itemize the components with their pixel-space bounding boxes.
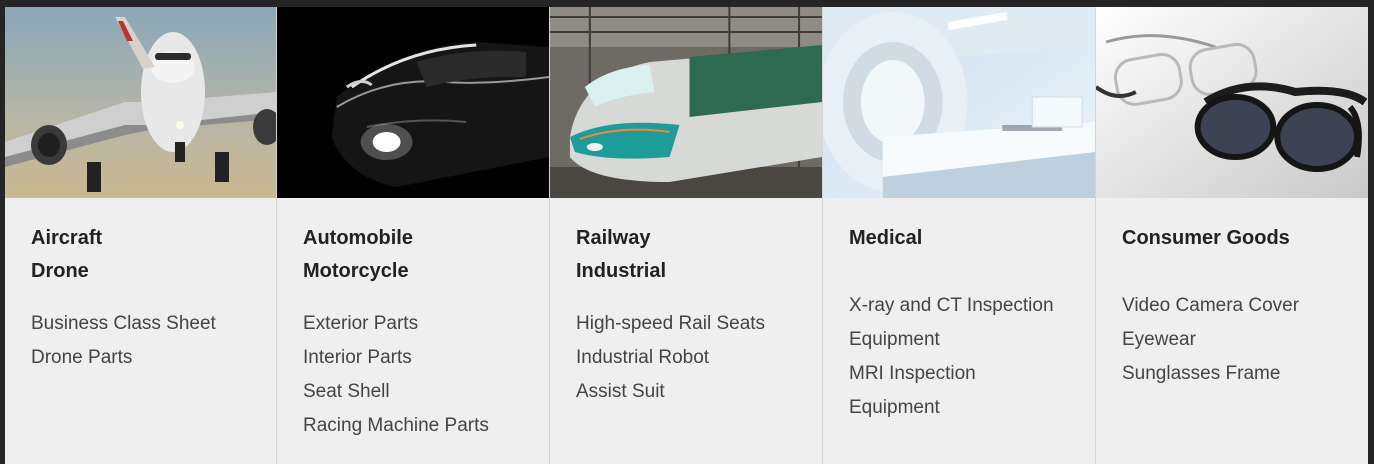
category-title: Aircraft: [31, 227, 103, 249]
category-link[interactable]: Racing Machine Parts: [303, 409, 549, 443]
category-link[interactable]: Assist Suit: [576, 375, 822, 409]
category-link[interactable]: Interior Parts: [303, 341, 549, 375]
category-card-railway: Railway Industrial High-speed Rail Seats…: [549, 7, 822, 464]
category-title: Industrial: [576, 260, 667, 282]
category-title: Motorcycle: [303, 260, 409, 282]
category-link[interactable]: High-speed Rail Seats: [576, 307, 822, 341]
bullet-train-photo[interactable]: [550, 7, 822, 198]
category-link[interactable]: Sunglasses Frame: [1122, 357, 1368, 391]
category-link[interactable]: X-ray and CT Inspection: [849, 289, 1095, 323]
ct-scanner-photo[interactable]: [823, 7, 1095, 198]
category-link[interactable]: MRI Inspection: [849, 357, 1095, 391]
eyewear-photo[interactable]: [1096, 7, 1368, 198]
category-link[interactable]: Exterior Parts: [303, 307, 549, 341]
category-link[interactable]: Equipment: [849, 391, 1095, 425]
category-card-automobile: Automobile Motorcycle Exterior Parts Int…: [276, 7, 549, 464]
category-title: Automobile: [303, 227, 413, 249]
airplane-photo[interactable]: [5, 7, 276, 198]
category-card-aircraft: Aircraft Drone Business Class Sheet Dron…: [5, 7, 276, 464]
category-link[interactable]: Video Camera Cover: [1122, 289, 1368, 323]
category-title: Drone: [31, 260, 89, 282]
category-link[interactable]: Business Class Sheet: [31, 307, 276, 341]
category-link[interactable]: Eyewear: [1122, 323, 1368, 357]
category-title: Consumer Goods: [1122, 227, 1290, 249]
category-link[interactable]: Seat Shell: [303, 375, 549, 409]
category-grid: Aircraft Drone Business Class Sheet Dron…: [5, 7, 1368, 464]
category-link[interactable]: Industrial Robot: [576, 341, 822, 375]
category-card-medical: Medical X-ray and CT Inspection Equipmen…: [822, 7, 1095, 464]
sports-car-photo[interactable]: [277, 7, 549, 198]
category-link[interactable]: Equipment: [849, 323, 1095, 357]
category-title: Medical: [849, 227, 923, 249]
category-card-consumer-goods: Consumer Goods Video Camera Cover Eyewea…: [1095, 7, 1368, 464]
category-link[interactable]: Drone Parts: [31, 341, 276, 375]
category-title: Railway: [576, 227, 651, 249]
